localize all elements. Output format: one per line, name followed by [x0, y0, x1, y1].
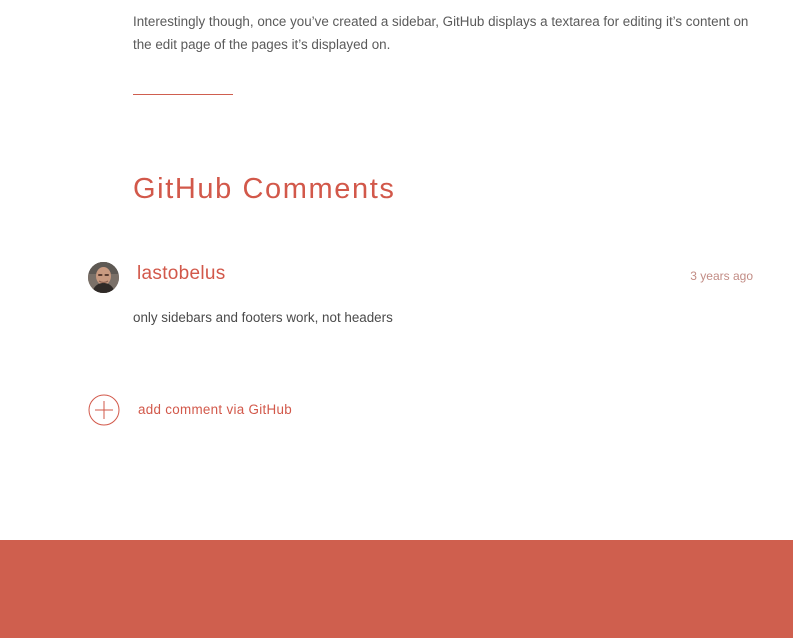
comment-author-link[interactable]: lastobelus: [137, 262, 226, 286]
comment-body: only sidebars and footers work, not head…: [133, 310, 393, 325]
section-divider: [133, 94, 233, 95]
page-footer: [0, 540, 793, 638]
plus-circle-icon: [88, 394, 120, 426]
article-paragraph: Interestingly though, once you’ve create…: [133, 14, 749, 52]
add-comment-label: add comment via GitHub: [138, 402, 292, 417]
comment-timestamp-link[interactable]: 3 years ago: [690, 268, 753, 284]
comments-heading: GitHub Comments: [133, 173, 396, 205]
avatar[interactable]: [88, 262, 119, 293]
